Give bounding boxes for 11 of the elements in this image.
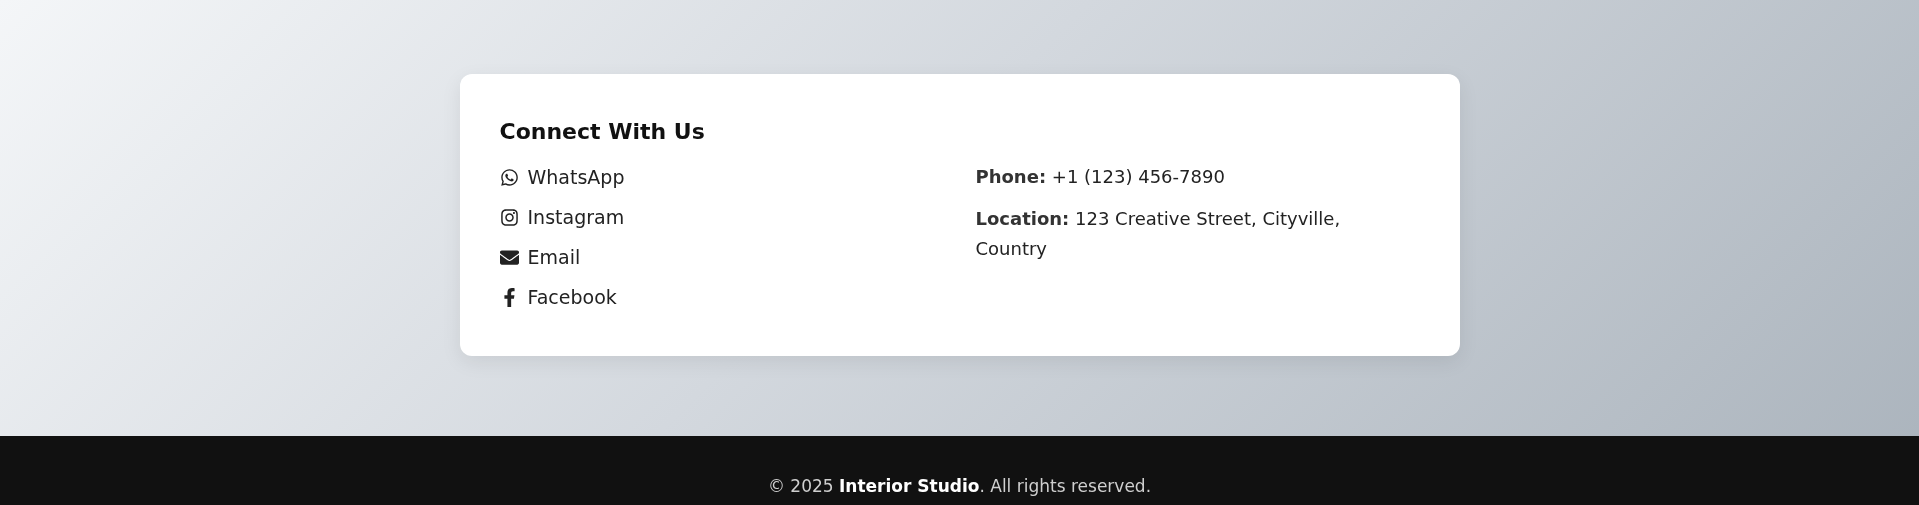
card-title: Connect With Us bbox=[499, 118, 706, 146]
contact-detail: Phone: +1 (123) 456-7890 bbox=[975, 165, 1226, 189]
chat-bubble-icon bbox=[499, 167, 519, 187]
social-link[interactable]: Facebook bbox=[499, 277, 617, 317]
envelope-icon bbox=[499, 247, 519, 267]
contact-detail: Location: 123 Creative Street, Cityville, Country bbox=[975, 207, 1342, 261]
social-link[interactable]: Email bbox=[499, 237, 581, 277]
camera-icon bbox=[499, 207, 519, 227]
copyright-text: © 2025 Interior Studio. All rights reserved. bbox=[767, 474, 1152, 498]
social-link[interactable]: WhatsApp bbox=[499, 157, 625, 197]
social-link[interactable]: Instagram bbox=[499, 197, 625, 237]
